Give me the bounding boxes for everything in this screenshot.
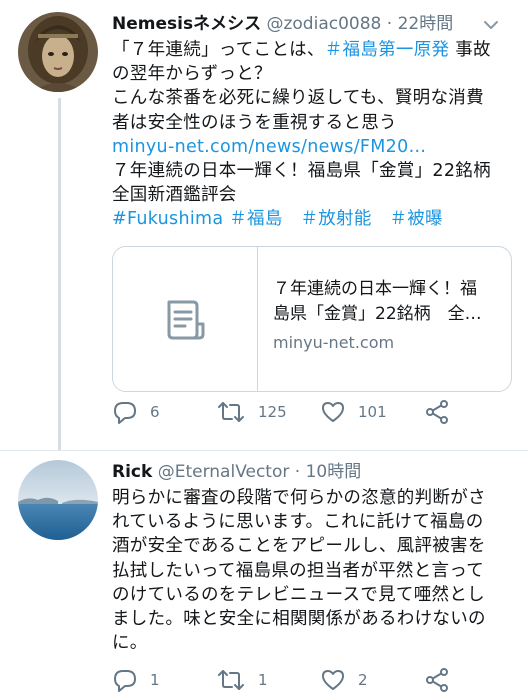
reply-button[interactable]: 6 (112, 398, 160, 426)
handle[interactable]: @zodiac0088 (266, 14, 381, 34)
tweet-text-segment: 全国新酒鑑評会 (112, 185, 237, 206)
reply-icon (114, 670, 136, 692)
tweet-link[interactable]: minyu-net.com/news/news/FM20… (112, 137, 426, 157)
heart-icon (322, 670, 344, 690)
tweet-header: Rick @EternalVector · 10時間 (112, 458, 512, 486)
thread-connector-line (58, 98, 61, 450)
card-thumbnail (113, 247, 258, 391)
like-button[interactable]: 101 (320, 398, 387, 426)
like-button[interactable]: 2 (320, 666, 368, 694)
reply-count: 6 (150, 403, 160, 421)
like-count: 101 (358, 403, 387, 421)
reply-button[interactable]: 1 (112, 666, 160, 694)
share-button[interactable] (424, 398, 450, 426)
retweet-button[interactable]: 1 (216, 666, 268, 694)
tweet-text-segment: こんな茶番を必死に繰り返しても、賢明な消費 (112, 88, 484, 109)
tweet-text-segment: に。 (112, 633, 148, 654)
share-icon (426, 668, 448, 692)
tweet-text-line: 者は安全性のほうを重視すると思う (112, 111, 512, 135)
tweet-text-line: のけているのをテレビニュースで見て唖然とし (112, 583, 512, 607)
tweet-text-segment: 明らかに審査の段階で何らかの恣意的判断がさ (112, 488, 486, 508)
card-title: ７年連続の日本一輝く！福 島県「金賞」22銘柄 全… (273, 277, 503, 327)
tweet-text-line: ました。味と安全に相関関係があるわけないの (112, 607, 512, 631)
tweet-text-segment: ７年連続の日本一輝く！福島県「金賞」22銘柄 (112, 161, 491, 182)
tweet-text-line: こんな茶番を必死に繰り返しても、賢明な消費 (112, 86, 512, 110)
handle[interactable]: @EternalVector (158, 462, 290, 482)
tweet-actions: 6 125 101 (112, 398, 512, 426)
tweet-text-line: ７年連続の日本一輝く！福島県「金賞」22銘柄 (112, 159, 512, 183)
reply-count: 1 (150, 671, 160, 689)
tweet-text-segment: 事故 (449, 40, 491, 60)
tweet-text-segment: れているように思います。これに託けて福島の (112, 512, 484, 533)
chevron-down-icon[interactable] (480, 14, 502, 36)
tweet-text-segment: 払拭したいって福島県の担当者が平然と言って (112, 560, 485, 581)
tweet-text-segment: ました。味と安全に相関関係があるわけないの (112, 609, 486, 630)
tweet-text-line: #Fukushima ＃福島 ＃放射能 ＃被曝 (112, 207, 512, 231)
display-name[interactable]: Nemesisネメシス (112, 14, 261, 34)
retweet-icon (218, 402, 244, 422)
tweet-text: 明らかに審査の段階で何らかの恣意的判断がさ れているように思います。これに託けて福… (112, 486, 512, 655)
tweet-text-line: 払拭したいって福島県の担当者が平然と言って (112, 559, 512, 583)
tweet-text-line: 「７年連続」ってことは、＃福島第一原発 事故 (112, 38, 512, 62)
document-icon (167, 300, 205, 340)
tweet-text-line: に。 (112, 631, 512, 655)
tweet-text-line: れているように思います。これに託けて福島の (112, 510, 512, 534)
avatar[interactable] (18, 460, 98, 540)
timestamp[interactable]: 22時間 (398, 14, 454, 34)
tweet-text-segment: 者は安全性のほうを重視すると思う (112, 112, 397, 133)
separator: · (294, 462, 301, 482)
card-title-line: 島県「金賞」22銘柄 全… (273, 304, 482, 324)
avatar[interactable] (18, 12, 98, 92)
tweet-text-line: の翌年からずっと？ (112, 62, 512, 86)
separator: · (386, 14, 393, 34)
tweet-text-segment: 「７年連続」ってことは、 (112, 40, 325, 60)
card-title-line: ７年連続の日本一輝く！福 (273, 279, 477, 299)
card-domain: minyu-net.com (273, 333, 395, 352)
link-card[interactable]: ７年連続の日本一輝く！福 島県「金賞」22銘柄 全… minyu-net.com (112, 246, 512, 392)
retweet-icon (218, 670, 244, 690)
heart-icon (322, 402, 344, 422)
tweet-link[interactable]: #Fukushima ＃福島 ＃放射能 ＃被曝 (112, 209, 443, 229)
tweet-text-line: minyu-net.com/news/news/FM20… (112, 135, 512, 159)
tweet-divider (0, 450, 528, 451)
share-button[interactable] (424, 666, 450, 694)
retweet-count: 1 (258, 671, 268, 689)
tweet-text: 「７年連続」ってことは、＃福島第一原発 事故 の翌年からずっと？ こんな茶番を必死に… (112, 38, 512, 232)
display-name[interactable]: Rick (112, 462, 152, 482)
tweet-header: Nemesisネメシス @zodiac0088 · 22時間 (112, 10, 512, 38)
retweet-count: 125 (258, 403, 287, 421)
tweet-link[interactable]: ＃福島第一原発 (325, 40, 450, 60)
tweet-text-segment: のけているのをテレビニュースで見て唖然とし (112, 584, 485, 605)
tweet-text-line: 明らかに審査の段階で何らかの恣意的判断がさ (112, 486, 512, 510)
retweet-button[interactable]: 125 (216, 398, 287, 426)
timestamp[interactable]: 10時間 (306, 462, 362, 482)
tweet-text-segment: の翌年からずっと？ (112, 64, 272, 85)
tweet-text-line: 全国新酒鑑評会 (112, 183, 512, 207)
reply-icon (114, 402, 136, 424)
tweet-text-segment: 酒が安全であることをアピールし、風評被害を (112, 536, 486, 557)
like-count: 2 (358, 671, 368, 689)
share-icon (426, 400, 448, 424)
tweet-actions: 1 1 2 (112, 666, 512, 694)
tweet-text-line: 酒が安全であることをアピールし、風評被害を (112, 534, 512, 558)
